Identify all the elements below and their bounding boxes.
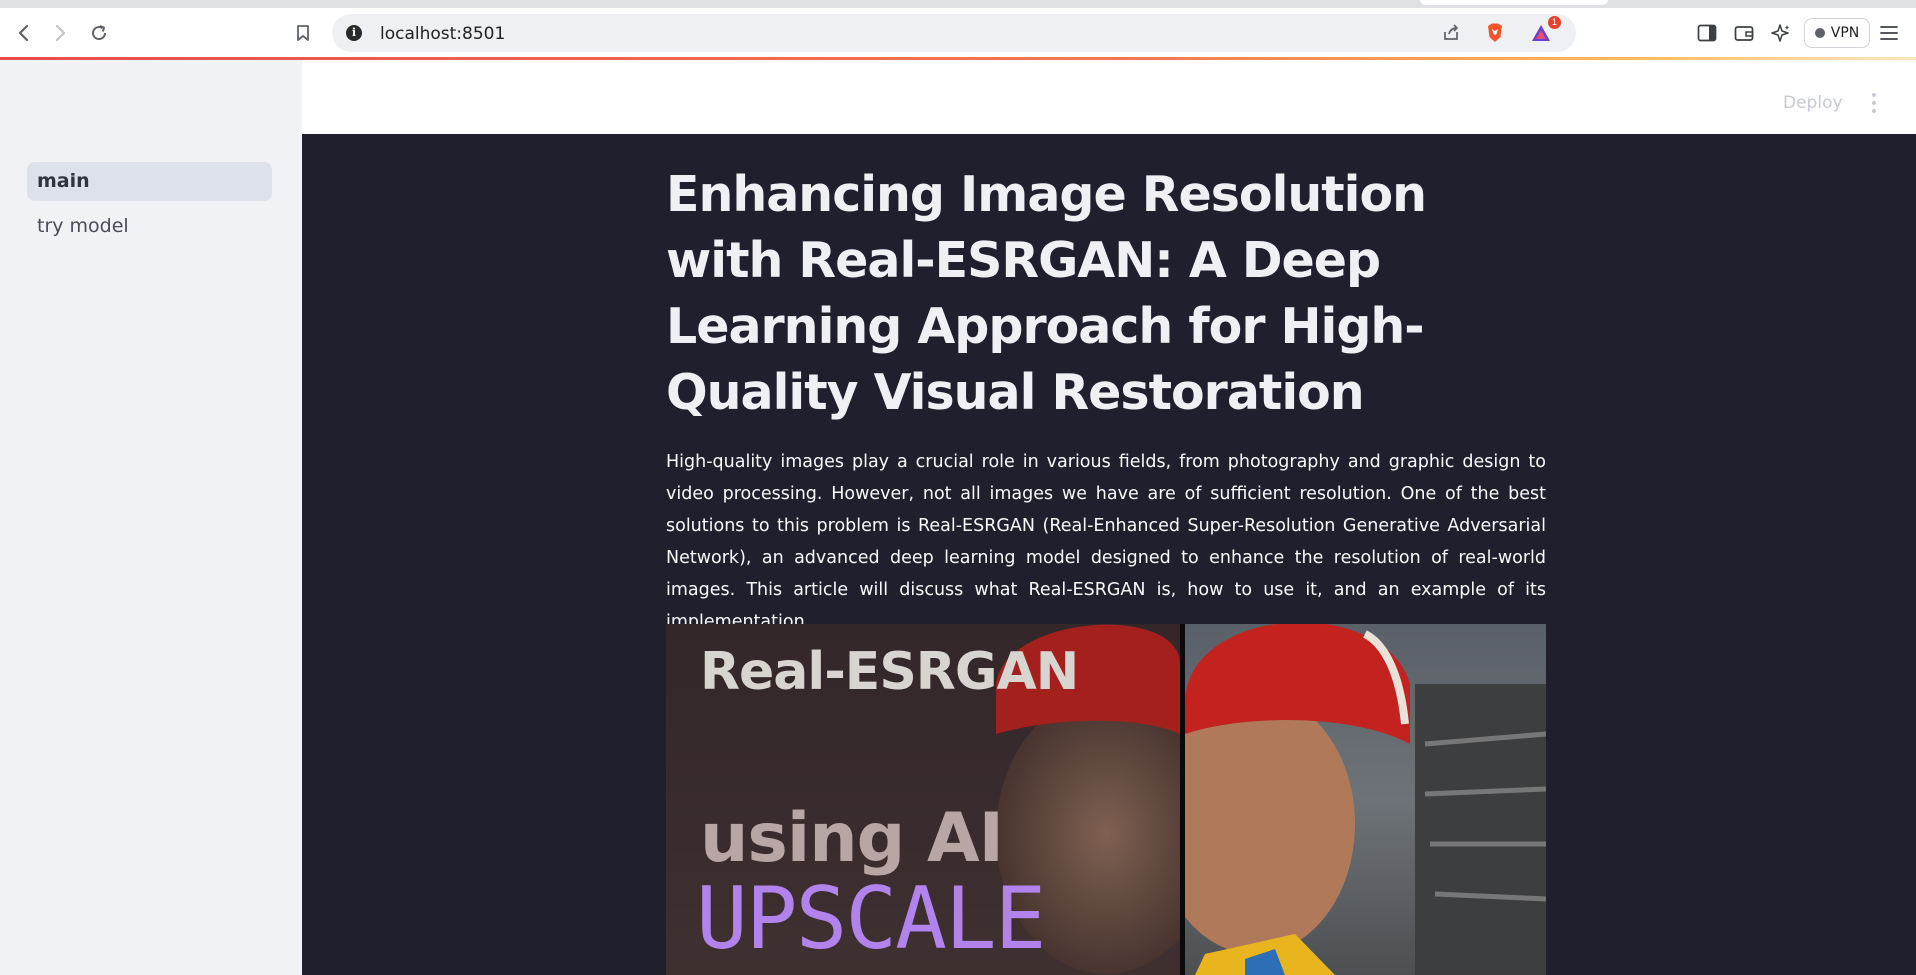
forward-icon[interactable] [47, 20, 73, 46]
hero-image-before: Real-ESRGAN using AI UPSCALE [666, 624, 1180, 975]
reload-icon[interactable] [86, 20, 112, 46]
site-info-icon[interactable]: i [346, 25, 362, 41]
browser-toolbar: i localhost:8501 1 VPN [0, 8, 1916, 58]
vpn-status-icon [1814, 28, 1825, 38]
deploy-button[interactable]: Deploy [1783, 93, 1843, 113]
vpn-label: VPN [1830, 25, 1860, 41]
main-content: Enhancing Image Resolution with Real-ESR… [302, 134, 1916, 975]
url-text[interactable]: localhost:8501 [380, 24, 505, 44]
app-header: Deploy [302, 60, 1916, 134]
brave-shields-icon[interactable] [1484, 22, 1506, 44]
bookmark-icon[interactable] [290, 20, 316, 46]
vpn-button[interactable]: VPN [1804, 18, 1870, 48]
sidebar-item-main[interactable]: main [27, 162, 272, 201]
page-title: Enhancing Image Resolution with Real-ESR… [666, 166, 1427, 421]
active-tab-edge[interactable] [1420, 0, 1608, 5]
leo-ai-icon[interactable] [1768, 20, 1794, 46]
intro-paragraph: High-quality images play a crucial role … [666, 452, 1546, 632]
hero-upscale-text: UPSCALE [696, 869, 1046, 969]
main-menu-icon[interactable] [1864, 93, 1884, 115]
rewards-badge: 1 [1548, 16, 1561, 29]
app-sidebar: main try model [0, 60, 302, 975]
sidebar-item-try-model[interactable]: try model [27, 207, 272, 246]
hero-brand-text: Real-ESRGAN [700, 642, 1079, 702]
wallet-icon[interactable] [1731, 20, 1757, 46]
address-bar[interactable]: i localhost:8501 1 [332, 14, 1576, 52]
menu-icon[interactable] [1876, 20, 1902, 46]
hero-using-text: using AI [700, 799, 1004, 878]
share-icon[interactable] [1440, 22, 1462, 44]
hero-image-after [1155, 624, 1546, 975]
hero-image: Real-ESRGAN using AI UPSCALE [666, 624, 1546, 975]
back-icon[interactable] [11, 20, 37, 46]
browser-tab-strip [0, 0, 1916, 8]
sidebar-toggle-icon[interactable] [1694, 20, 1720, 46]
